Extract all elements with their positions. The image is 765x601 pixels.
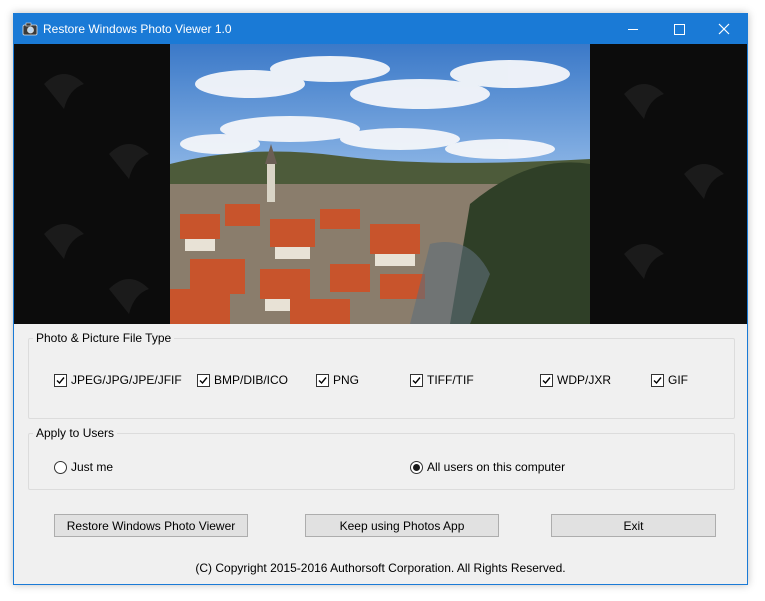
checkbox-wdp-box[interactable] (540, 373, 553, 387)
checkbox-jpeg-label: JPEG/JPG/JPE/JFIF (71, 373, 182, 387)
checkmark-icon (318, 376, 327, 384)
file-type-legend: Photo & Picture File Type (36, 331, 172, 345)
maximize-button[interactable] (656, 14, 702, 44)
checkbox-wdp-label: WDP/JXR (557, 373, 611, 387)
radio-all-users-label: All users on this computer (427, 460, 566, 474)
title-bar[interactable]: Restore Windows Photo Viewer 1.0 (14, 14, 747, 44)
checkmark-icon (412, 376, 421, 384)
app-camera-icon (22, 21, 38, 37)
checkbox-tiff[interactable]: TIFF/TIF (410, 372, 474, 388)
checkbox-gif-box[interactable] (651, 373, 664, 387)
banner-image (14, 44, 747, 324)
checkbox-jpeg-box[interactable] (54, 373, 67, 387)
checkmark-icon (542, 376, 551, 384)
keep-photos-app-button[interactable]: Keep using Photos App (305, 514, 499, 537)
apply-users-group: Apply to Users (28, 426, 735, 490)
copyright-text: (C) Copyright 2015-2016 Authorsoft Corpo… (195, 561, 566, 575)
checkbox-gif[interactable]: GIF (651, 372, 688, 388)
minimize-icon (628, 29, 638, 30)
close-button[interactable] (701, 14, 747, 44)
checkbox-png-box[interactable] (316, 373, 329, 387)
radio-all-users[interactable]: All users on this computer (410, 459, 565, 475)
checkbox-bmp[interactable]: BMP/DIB/ICO (197, 372, 288, 388)
maximize-icon (674, 24, 685, 35)
close-icon (718, 23, 730, 35)
checkmark-icon (56, 376, 65, 384)
checkbox-tiff-box[interactable] (410, 373, 423, 387)
checkmark-icon (653, 376, 662, 384)
checkbox-bmp-label: BMP/DIB/ICO (214, 373, 289, 387)
radio-just-me-button[interactable] (54, 460, 67, 474)
main-window: Restore Windows Photo Viewer 1.0 Photo &… (13, 13, 748, 585)
town-photo (170, 44, 590, 324)
checkbox-tiff-label: TIFF/TIF (427, 373, 474, 387)
apply-users-legend: Apply to Users (36, 426, 115, 440)
radio-all-users-button[interactable] (410, 460, 423, 474)
restore-photo-viewer-button[interactable]: Restore Windows Photo Viewer (54, 514, 248, 537)
checkbox-wdp[interactable]: WDP/JXR (540, 372, 611, 388)
radio-just-me[interactable]: Just me (54, 459, 113, 475)
radio-just-me-label: Just me (71, 460, 114, 474)
checkbox-png-label: PNG (333, 373, 360, 387)
radio-selected-dot (413, 463, 420, 471)
checkmark-icon (199, 376, 208, 384)
window-title: Restore Windows Photo Viewer 1.0 (43, 22, 232, 36)
checkbox-png[interactable]: PNG (316, 372, 359, 388)
checkbox-jpeg[interactable]: JPEG/JPG/JPE/JFIF (54, 372, 182, 388)
checkbox-bmp-box[interactable] (197, 373, 210, 387)
exit-button[interactable]: Exit (551, 514, 716, 537)
minimize-button[interactable] (610, 14, 656, 44)
checkbox-gif-label: GIF (668, 373, 688, 387)
